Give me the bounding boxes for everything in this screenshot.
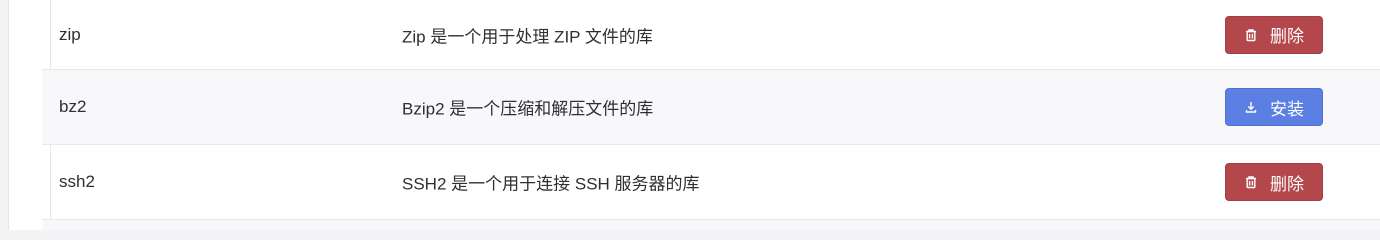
next-row-partial [42,220,1380,230]
extension-description: Zip 是一个用于处理 ZIP 文件的库 [402,27,653,46]
delete-button-label: 删除 [1270,174,1304,194]
extension-name: ssh2 [59,172,95,191]
table-row: bz2 Bzip2 是一个压缩和解压文件的库 安装 [42,70,1380,145]
trash-icon [1244,175,1258,189]
install-button[interactable]: 安装 [1225,88,1323,126]
delete-button-label: 删除 [1270,27,1304,46]
table-row: ssh2 SSH2 是一个用于连接 SSH 服务器的库 删除 [42,145,1380,220]
delete-button[interactable]: 删除 [1225,15,1323,54]
extension-name: zip [59,24,81,44]
trash-icon [1244,28,1258,42]
install-button-label: 安装 [1270,99,1304,119]
extension-name: bz2 [59,97,87,116]
download-icon [1244,100,1258,114]
extension-description: Bzip2 是一个压缩和解压文件的库 [402,99,654,119]
extensions-page: zip Zip 是一个用于处理 ZIP 文件的库 删除 bz2 Bzip2 是一… [0,0,1380,230]
extension-description: SSH2 是一个用于连接 SSH 服务器的库 [402,174,700,194]
delete-button[interactable]: 删除 [1225,163,1323,201]
left-gutter [0,0,8,230]
table-row: zip Zip 是一个用于处理 ZIP 文件的库 删除 [42,0,1380,70]
